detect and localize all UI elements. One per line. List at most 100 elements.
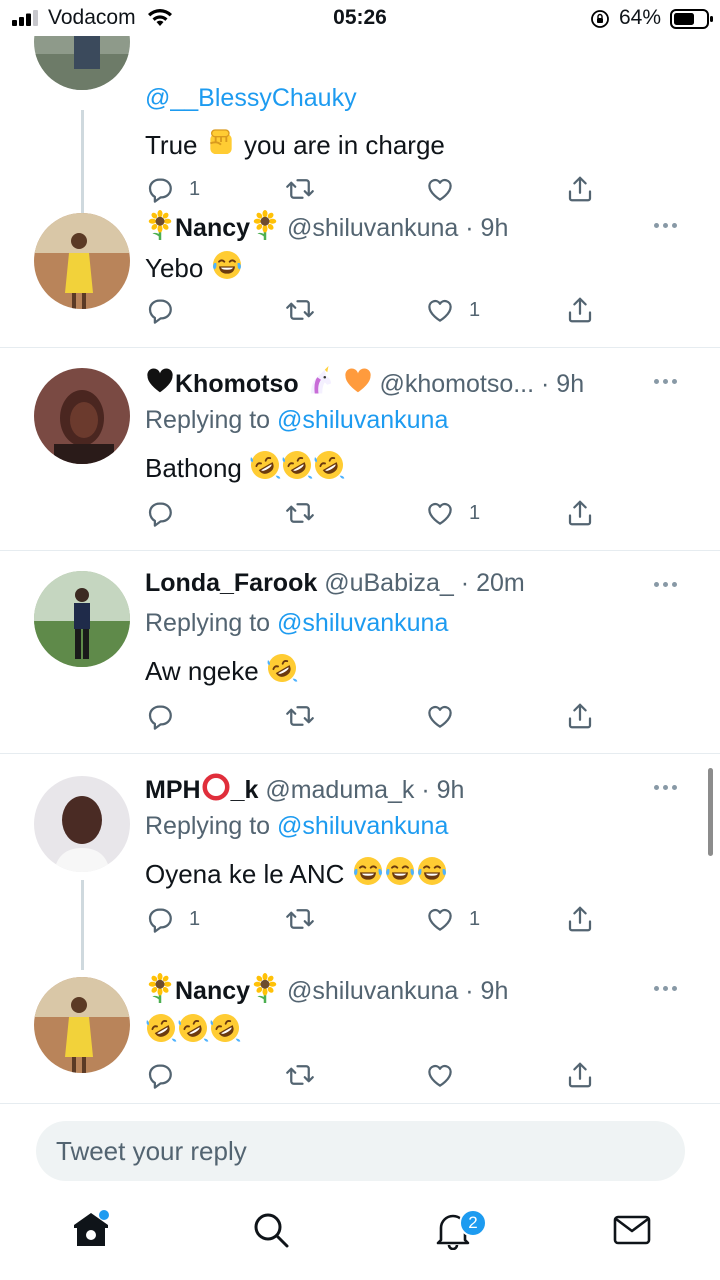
bottom-nav <box>0 1190 720 1280</box>
avatar[interactable] <box>34 571 130 667</box>
tweet-header: Nancy @shiluvankuna · 9h <box>145 210 650 243</box>
tweet-time: · 9h <box>541 370 585 398</box>
retweet-button[interactable] <box>285 496 315 530</box>
like-count: 1 <box>469 298 481 321</box>
mention-link[interactable]: @shiluvankuna <box>277 406 448 434</box>
user-handle[interactable]: @shiluvankuna <box>287 977 458 1005</box>
share-button[interactable] <box>565 496 595 530</box>
more-options-icon[interactable] <box>654 379 682 387</box>
like-count: 1 <box>469 501 481 524</box>
hollow-red-circle-emoji <box>201 772 231 802</box>
tweet-text <box>145 1012 241 1047</box>
tweet-actions <box>145 699 605 733</box>
retweet-icon <box>285 174 315 204</box>
like-icon <box>425 174 455 204</box>
mention-link[interactable]: @__BlessyChauky <box>145 84 357 112</box>
display-name[interactable]: MPH _k <box>145 776 258 804</box>
reply-composer[interactable] <box>36 1121 685 1181</box>
sunflower-emoji <box>145 973 175 1003</box>
more-options-icon[interactable] <box>654 582 682 590</box>
rolling-on-floor-laughing-emoji <box>177 1012 209 1044</box>
retweet-button[interactable] <box>285 172 315 206</box>
reply-button[interactable] <box>145 293 175 327</box>
like-button[interactable] <box>425 172 455 206</box>
share-button[interactable] <box>565 699 595 733</box>
tweet[interactable]: Londa_Farook @uBabiza_ · 20m Replying to… <box>0 551 720 754</box>
clock: 05:26 <box>333 6 387 29</box>
retweet-icon <box>285 1060 315 1090</box>
rolling-on-floor-laughing-emoji <box>145 1012 177 1044</box>
user-handle[interactable]: @maduma_k <box>265 776 414 804</box>
tweet-text: Aw ngeke <box>145 652 298 687</box>
tweet[interactable]: Nancy @shiluvankuna · 9h <box>0 962 720 1104</box>
like-button[interactable]: 1 <box>425 496 480 530</box>
battery-percentage: 64% <box>619 6 662 29</box>
battery-icon <box>670 9 713 29</box>
display-name[interactable]: Nancy <box>175 977 250 1005</box>
share-button[interactable] <box>565 1058 595 1092</box>
avatar[interactable] <box>34 213 130 309</box>
user-handle[interactable]: @uBabiza_ <box>324 569 454 597</box>
reply-icon <box>145 498 175 528</box>
avatar[interactable] <box>34 977 130 1073</box>
tweet-text: Bathong <box>145 449 345 484</box>
mention-link[interactable]: @shiluvankuna <box>277 812 448 840</box>
tweet[interactable]: MPH _k @maduma_k · 9h Replying to @shiluv… <box>0 754 720 970</box>
share-button[interactable] <box>565 293 595 327</box>
scrollbar[interactable] <box>708 768 713 856</box>
unicorn-emoji <box>306 366 336 396</box>
reply-button[interactable] <box>145 699 175 733</box>
mention-link[interactable]: @shiluvankuna <box>277 609 448 637</box>
reply-button[interactable]: 1 <box>145 902 200 936</box>
avatar[interactable] <box>34 368 130 464</box>
like-button[interactable] <box>425 1058 455 1092</box>
reply-icon <box>145 904 175 934</box>
reply-input[interactable] <box>36 1121 685 1181</box>
retweet-button[interactable] <box>285 902 315 936</box>
like-icon <box>425 295 455 325</box>
rolling-on-floor-laughing-emoji <box>281 449 313 481</box>
tweet[interactable]: Khomotso @khomotso... · 9h Replying to @… <box>0 348 720 551</box>
tweet[interactable]: Nancy @shiluvankuna · 9h Yebo 1 <box>0 203 720 348</box>
face-with-tears-of-joy-emoji <box>211 249 243 281</box>
tweet-text: Oyena ke le ANC <box>145 855 448 890</box>
like-button[interactable]: 1 <box>425 293 480 327</box>
retweet-button[interactable] <box>285 293 315 327</box>
black-heart-emoji <box>145 366 175 396</box>
user-handle[interactable]: @khomotso... <box>379 370 534 398</box>
tweet-actions <box>145 1058 605 1092</box>
search-icon[interactable] <box>251 1210 291 1250</box>
messages-icon[interactable] <box>612 1210 652 1250</box>
like-icon <box>425 701 455 731</box>
retweet-button[interactable] <box>285 699 315 733</box>
display-name[interactable]: Nancy <box>175 214 250 242</box>
more-options-icon[interactable] <box>654 986 682 994</box>
reply-button[interactable]: 1 <box>145 172 200 206</box>
more-options-icon[interactable] <box>654 223 682 231</box>
share-icon <box>565 701 595 731</box>
avatar[interactable] <box>34 776 130 872</box>
notification-badge: 2 <box>459 1209 487 1237</box>
reply-to-line: Replying to @shiluvankuna <box>145 406 449 434</box>
reply-to-line: Replying to @shiluvankuna <box>145 812 449 840</box>
user-handle[interactable]: @shiluvankuna <box>287 214 458 242</box>
thread-line <box>81 880 84 970</box>
reply-button[interactable] <box>145 1058 175 1092</box>
tweet[interactable]: @__BlessyChauky True you are in charge 1 <box>0 36 720 246</box>
reply-count: 1 <box>189 177 201 200</box>
more-options-icon[interactable] <box>654 785 682 793</box>
like-button[interactable]: 1 <box>425 902 480 936</box>
tweet-actions: 1 1 <box>145 902 605 936</box>
display-name[interactable]: Londa_Farook <box>145 569 317 597</box>
avatar[interactable] <box>34 36 130 90</box>
rolling-on-floor-laughing-emoji <box>249 449 281 481</box>
share-button[interactable] <box>565 902 595 936</box>
tweet-header: Khomotso @khomotso... · 9h <box>145 366 650 399</box>
orientation-lock-icon <box>591 10 609 28</box>
reply-button[interactable] <box>145 496 175 530</box>
display-name[interactable]: Khomotso <box>175 370 299 398</box>
retweet-icon <box>285 295 315 325</box>
retweet-button[interactable] <box>285 1058 315 1092</box>
like-button[interactable] <box>425 699 455 733</box>
share-button[interactable] <box>565 172 595 206</box>
